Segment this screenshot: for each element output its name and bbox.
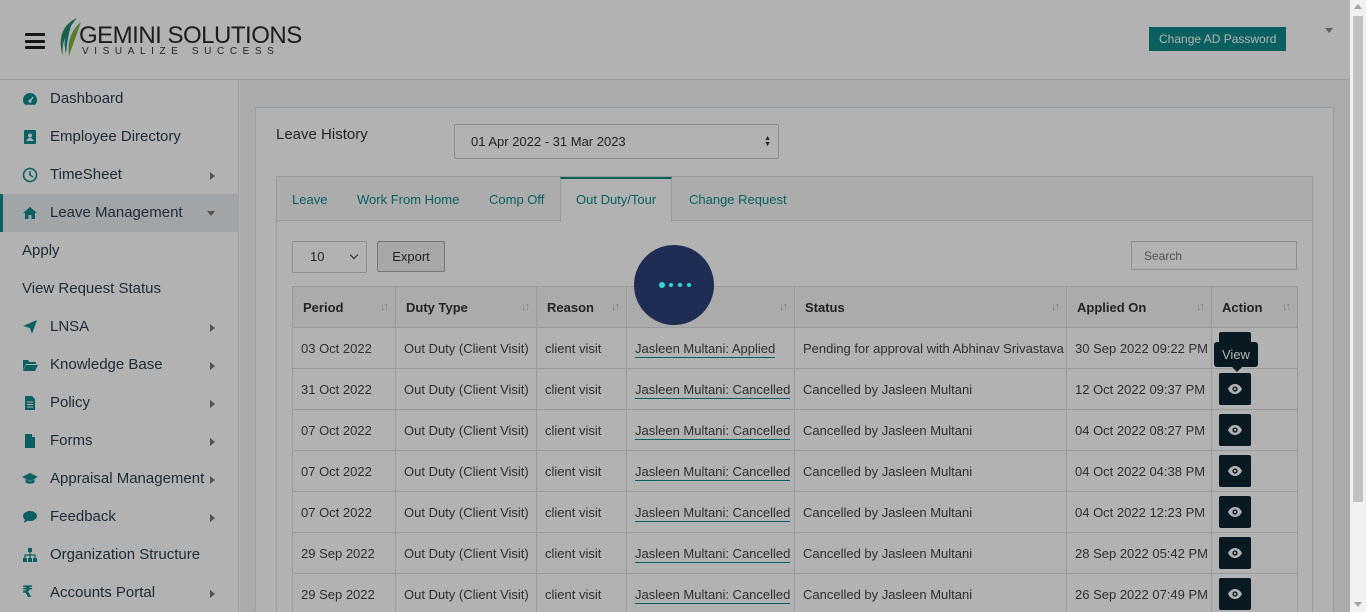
spinner-dot bbox=[659, 282, 665, 288]
page-scrollbar[interactable] bbox=[1350, 0, 1366, 612]
scroll-up-arrow-icon[interactable] bbox=[1354, 4, 1362, 9]
spinner-dot bbox=[687, 283, 691, 287]
spinner-dot bbox=[678, 283, 682, 287]
scrollbar-thumb[interactable] bbox=[1353, 16, 1363, 502]
scroll-down-arrow-icon[interactable] bbox=[1354, 602, 1362, 607]
loading-spinner-icon bbox=[634, 245, 714, 325]
spinner-dot bbox=[669, 283, 673, 287]
